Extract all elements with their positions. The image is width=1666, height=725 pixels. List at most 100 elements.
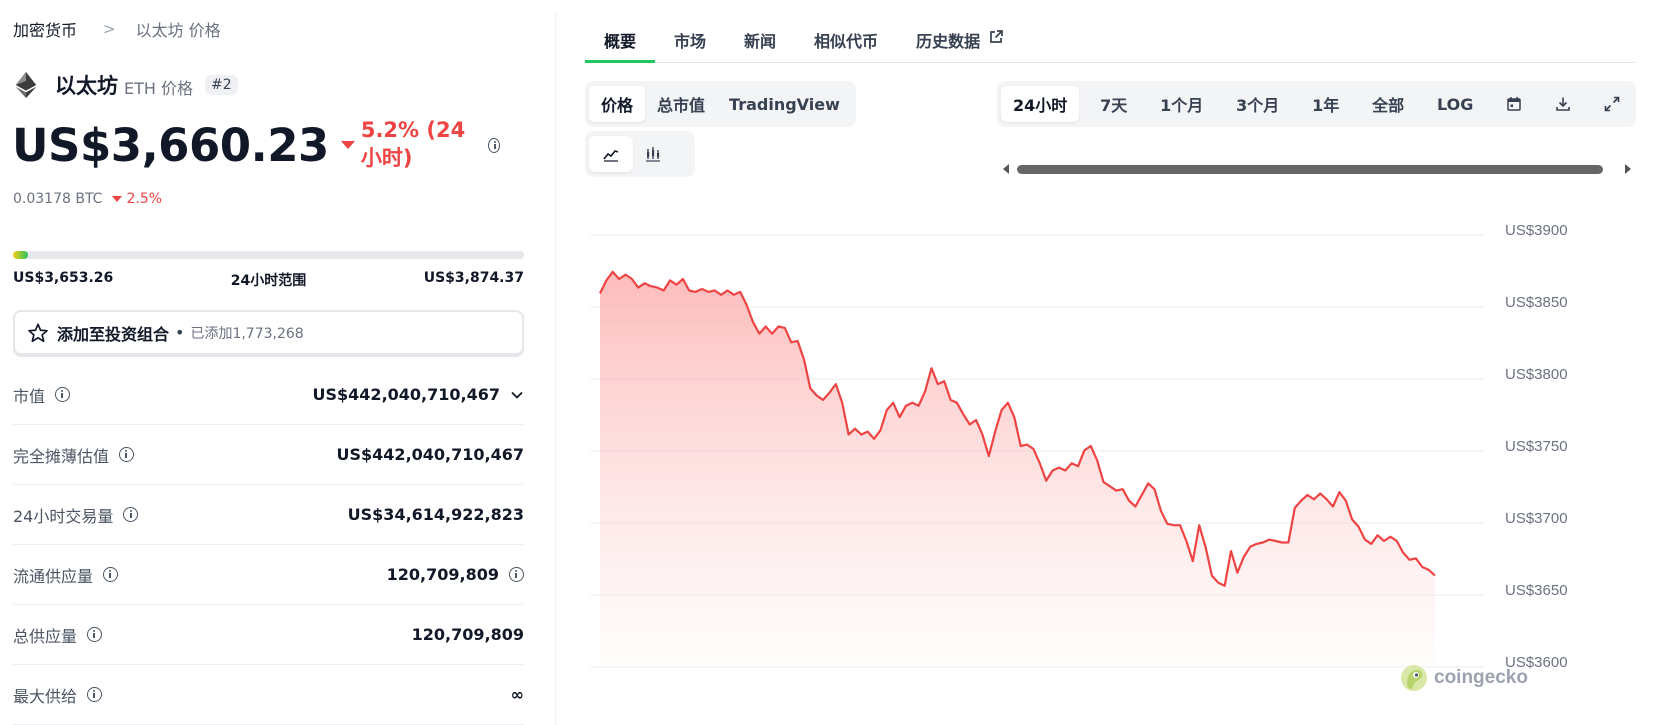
portfolio-label: 添加至投资组合 — [57, 324, 170, 344]
line-chart-button[interactable] — [589, 136, 633, 172]
coin-title-row: 以太坊 ETH 价格 #2 — [15, 70, 238, 100]
range-3m[interactable]: 3个月 — [1224, 86, 1291, 122]
watermark-text: coingecko — [1434, 667, 1528, 688]
tab-news[interactable]: 新闻 — [725, 22, 795, 62]
btc-change: 2.5% — [126, 191, 163, 207]
stat-value: 120,709,809 — [411, 625, 524, 644]
portfolio-added-count: 已添加1,773,268 — [190, 325, 304, 342]
calendar-icon — [1507, 97, 1521, 111]
chevron-down-icon[interactable] — [510, 388, 524, 402]
scroll-right-arrow-icon[interactable] — [1625, 164, 1631, 174]
stat-row-market-cap: 市值 US$442,040,710,467 — [13, 365, 524, 425]
breadcrumb-current: 以太坊 价格 — [135, 21, 221, 40]
stat-value: ∞ — [510, 685, 524, 704]
stat-label: 流通供应量 — [13, 566, 94, 586]
chart-type-toggle — [585, 131, 695, 177]
coin-name: 以太坊 — [55, 74, 118, 98]
fullscreen-button[interactable] — [1592, 86, 1632, 122]
download-icon — [1556, 97, 1570, 111]
stat-label: 完全摊薄估值 — [13, 446, 110, 466]
log-scale-toggle[interactable]: LOG — [1425, 86, 1485, 122]
caret-down-icon — [340, 141, 355, 149]
chevron-right-icon: > — [103, 20, 116, 38]
coingecko-logo-icon — [1401, 665, 1427, 691]
chart-mode-toggle: 价格 总市值 TradingView — [585, 81, 856, 127]
stat-value: US$34,614,922,823 — [347, 505, 524, 524]
price-range-labels: US$3,653.26 24小时范围 US$3,874.37 — [13, 270, 524, 290]
range-all[interactable]: 全部 — [1360, 86, 1416, 122]
info-icon[interactable] — [509, 567, 524, 582]
info-icon[interactable] — [55, 387, 71, 402]
stat-row-max-supply: 最大供给 ∞ — [13, 665, 524, 725]
add-to-portfolio-button[interactable]: 添加至投资组合 • 已添加1,773,268 — [13, 310, 524, 355]
tab-historical-data-label: 历史数据 — [916, 32, 981, 51]
scroll-thumb[interactable] — [1017, 165, 1603, 174]
range-label: 24小时范围 — [230, 273, 307, 289]
stat-row-fdv: 完全摊薄估值 US$442,040,710,467 — [13, 425, 524, 485]
y-tick-label: US$3650 — [1505, 582, 1568, 599]
info-icon[interactable] — [488, 137, 500, 153]
coingecko-watermark: coingecko — [1400, 664, 1528, 692]
download-button[interactable] — [1543, 86, 1583, 122]
caret-down-icon — [112, 196, 123, 202]
price-row: US$3,660.23 5.2% (24小时) — [12, 118, 500, 172]
calendar-button[interactable] — [1494, 86, 1534, 122]
info-icon[interactable] — [87, 687, 103, 702]
price-change-24h: 5.2% (24小时) — [340, 118, 472, 172]
breadcrumb-root-link[interactable]: 加密货币 — [13, 17, 77, 41]
range-high: US$3,874.37 — [423, 270, 524, 286]
price-range-bar — [13, 251, 524, 259]
current-price: US$3,660.23 — [12, 118, 329, 172]
tab-historical-data[interactable]: 历史数据 — [897, 22, 1023, 62]
range-1y[interactable]: 1年 — [1300, 86, 1351, 122]
stat-value: 120,709,809 — [386, 565, 499, 584]
mode-market-cap[interactable]: 总市值 — [645, 86, 717, 122]
ethereum-icon — [15, 72, 37, 98]
stat-label: 市值 — [13, 386, 46, 406]
stat-label: 总供应量 — [13, 626, 78, 646]
breadcrumb: 加密货币 > 以太坊 价格 — [13, 17, 221, 41]
rank-badge: #2 — [205, 75, 238, 95]
price-chart[interactable]: US$3900 US$3850 US$3800 US$3750 US$3700 US$36… — [590, 225, 1666, 725]
y-tick-label: US$3700 — [1505, 510, 1568, 527]
stat-value: US$442,040,710,467 — [312, 385, 500, 404]
range-7d[interactable]: 7天 — [1088, 86, 1139, 122]
y-tick-label: US$3800 — [1505, 366, 1568, 383]
price-change-text: 5.2% (24小时) — [360, 118, 466, 170]
separator-dot: • — [175, 323, 185, 342]
scroll-left-arrow-icon[interactable] — [1003, 164, 1009, 174]
content-tabs: 概要 市场 新闻 相似代币 历史数据 — [585, 22, 1636, 63]
candlestick-icon — [646, 147, 660, 162]
mode-price[interactable]: 价格 — [589, 86, 646, 122]
btc-price-row: 0.03178 BTC 2.5% — [13, 191, 162, 207]
external-link-icon — [990, 30, 1003, 43]
btc-price: 0.03178 BTC — [13, 191, 103, 207]
info-icon[interactable] — [123, 507, 139, 522]
tab-markets[interactable]: 市场 — [655, 22, 725, 62]
range-24h[interactable]: 24小时 — [1001, 86, 1080, 122]
stats-table: 市值 US$442,040,710,467 完全摊薄估值 US$442,040,… — [13, 365, 524, 725]
time-range-toolbar: 24小时 7天 1个月 3个月 1年 全部 LOG — [997, 81, 1636, 127]
y-tick-label: US$3850 — [1505, 294, 1568, 311]
stat-label: 24小时交易量 — [13, 506, 114, 526]
mode-tradingview[interactable]: TradingView — [717, 86, 852, 122]
stat-row-volume: 24小时交易量 US$34,614,922,823 — [13, 485, 524, 545]
price-area-fill — [600, 271, 1435, 667]
coin-symbol-label: ETH 价格 — [124, 78, 194, 98]
tab-similar-coins[interactable]: 相似代币 — [795, 22, 897, 62]
coin-summary-panel: 加密货币 > 以太坊 价格 以太坊 ETH 价格 #2 US$3,660.23 … — [0, 0, 524, 725]
range-low: US$3,653.26 — [13, 270, 114, 286]
info-icon[interactable] — [87, 627, 103, 642]
star-icon — [28, 322, 48, 342]
stat-label: 最大供给 — [13, 686, 78, 706]
info-icon[interactable] — [119, 447, 135, 462]
y-tick-label: US$3750 — [1505, 438, 1568, 455]
tab-overview[interactable]: 概要 — [585, 22, 656, 63]
range-1m[interactable]: 1个月 — [1148, 86, 1215, 122]
stat-value: US$442,040,710,467 — [336, 445, 524, 464]
info-icon[interactable] — [103, 567, 119, 582]
y-tick-label: US$3900 — [1505, 225, 1568, 239]
stat-row-total-supply: 总供应量 120,709,809 — [13, 605, 524, 665]
candlestick-chart-button[interactable] — [633, 136, 673, 172]
time-navigator-scrollbar[interactable] — [1001, 162, 1633, 176]
